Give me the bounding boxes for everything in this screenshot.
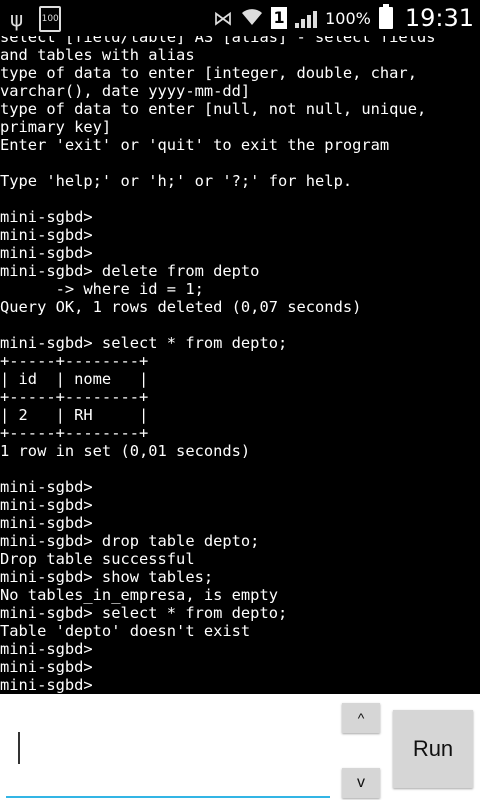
- terminal-line: primary key]: [0, 118, 112, 136]
- terminal-line: | id | nome |: [0, 370, 149, 388]
- run-button[interactable]: Run: [393, 710, 473, 788]
- terminal-line: Type 'help;' or 'h;' or '?;' for help.: [0, 172, 353, 190]
- terminal-line: type of data to enter [integer, double, …: [0, 64, 417, 82]
- terminal-line: Enter 'exit' or 'quit' to exit the progr…: [0, 136, 390, 154]
- terminal-line: +-----+--------+: [0, 388, 149, 406]
- text-cursor: [18, 732, 20, 764]
- terminal-line: | 2 | RH |: [0, 406, 149, 424]
- terminal-line: and tables with alias: [0, 46, 195, 64]
- terminal-line: +-----+--------+: [0, 352, 149, 370]
- terminal-line: +-----+--------+: [0, 424, 149, 442]
- terminal-line: mini-sgbd> drop table depto;: [0, 532, 260, 550]
- status-bar: ψ 100 ⋈ 1 100% 19:31: [0, 0, 480, 36]
- terminal-line: select [field/table] AS [alias] - select…: [0, 36, 436, 46]
- terminal-output[interactable]: select [field/table] AS [alias] - select…: [0, 36, 480, 694]
- terminal-line: mini-sgbd>: [0, 226, 93, 244]
- terminal-line: mini-sgbd>: [0, 496, 93, 514]
- terminal-line: Query OK, 1 rows deleted (0,07 seconds): [0, 298, 362, 316]
- usb-icon: ψ: [10, 7, 24, 31]
- terminal-line: mini-sgbd>: [0, 676, 93, 694]
- history-up-button[interactable]: ^: [342, 703, 380, 733]
- sim-slot-badge: 1: [271, 7, 288, 29]
- status-left: ψ 100: [10, 6, 62, 32]
- terminal-lines: select [field/table] AS [alias] - select…: [0, 36, 480, 694]
- clock: 19:31: [404, 4, 474, 32]
- wifi-icon: [241, 8, 263, 29]
- terminal-line: mini-sgbd>: [0, 478, 93, 496]
- battery-percent: 100%: [325, 8, 371, 28]
- battery-icon: [378, 4, 393, 29]
- terminal-line: mini-sgbd> select * from depto;: [0, 334, 288, 352]
- terminal-line: -> where id = 1;: [0, 280, 204, 298]
- terminal-line: mini-sgbd> delete from depto: [0, 262, 260, 280]
- terminal-line: 1 row in set (0,01 seconds): [0, 442, 251, 460]
- terminal-line: Drop table successful: [0, 550, 195, 568]
- terminal-line: mini-sgbd>: [0, 658, 93, 676]
- terminal-line: Table 'depto' doesn't exist: [0, 622, 251, 640]
- history-down-button[interactable]: v: [342, 768, 380, 798]
- terminal-line: No tables_in_empresa, is empty: [0, 586, 278, 604]
- notification-badge: 100: [39, 6, 62, 32]
- terminal-line: mini-sgbd>: [0, 640, 93, 658]
- terminal-line: mini-sgbd> show tables;: [0, 568, 214, 586]
- terminal-line: mini-sgbd>: [0, 208, 93, 226]
- terminal-line: type of data to enter [null, not null, u…: [0, 100, 427, 118]
- signal-icon: [295, 8, 318, 28]
- mute-icon: ⋈: [213, 6, 234, 30]
- terminal-line: mini-sgbd> select * from depto;: [0, 604, 288, 622]
- command-input[interactable]: [6, 708, 330, 798]
- status-right: ⋈ 1 100% 19:31: [213, 0, 474, 36]
- terminal-line: mini-sgbd>: [0, 514, 93, 532]
- terminal-line: varchar(), date yyyy-mm-dd]: [0, 82, 251, 100]
- terminal-line: mini-sgbd>: [0, 244, 93, 262]
